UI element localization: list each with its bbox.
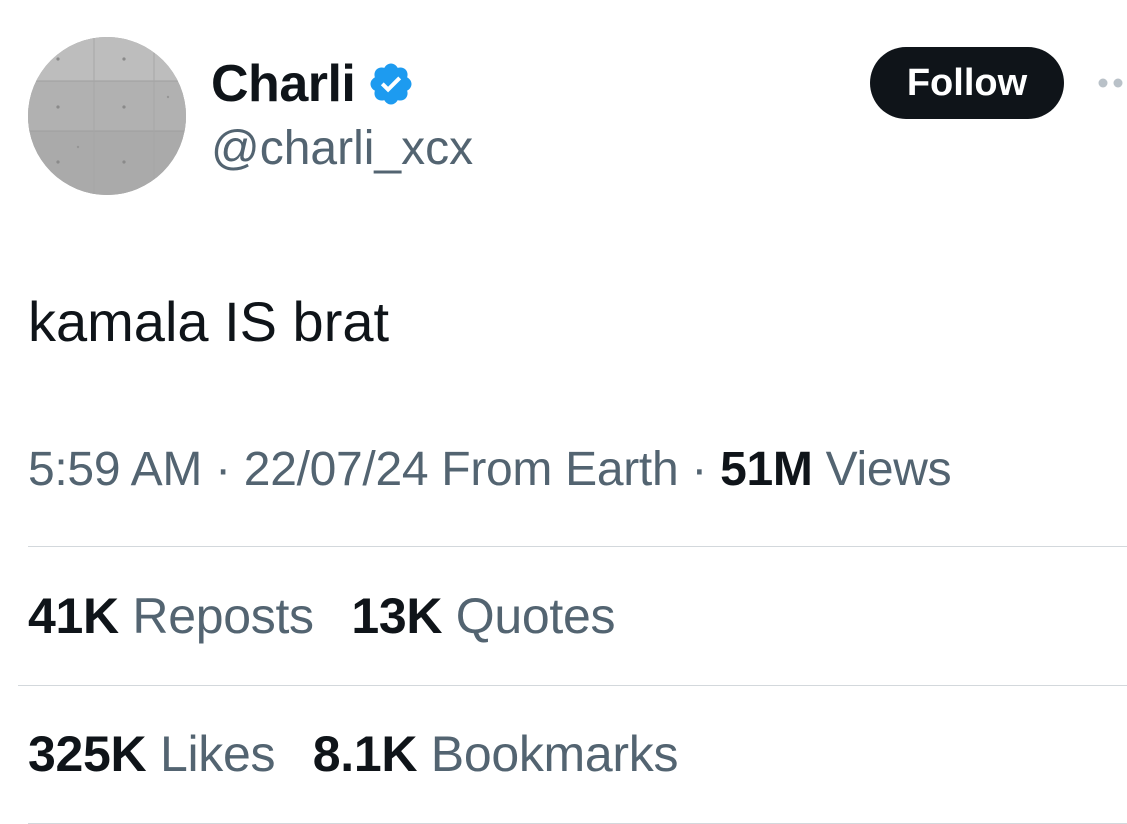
display-name[interactable]: Charli — [211, 58, 356, 110]
likes-stat[interactable]: 325K Likes — [28, 724, 275, 784]
meta-separator: · — [691, 443, 708, 496]
concrete-wall-avatar-image — [28, 37, 186, 195]
author-name-row[interactable]: Charli — [211, 52, 415, 116]
tweet-time[interactable]: 5:59 AM — [28, 443, 202, 496]
bookmarks-label: Bookmarks — [430, 726, 679, 782]
verified-badge-icon[interactable] — [367, 60, 415, 108]
engagement-row-reposts: 41K Reposts 13K Quotes — [28, 586, 615, 646]
author-handle[interactable]: @charli_xcx — [211, 120, 473, 178]
divider — [28, 546, 1127, 547]
divider — [18, 685, 1127, 686]
views-count: 51M — [720, 443, 813, 496]
likes-count: 325K — [28, 726, 147, 782]
quotes-label: Quotes — [455, 588, 616, 644]
likes-label: Likes — [159, 726, 276, 782]
tweet-date[interactable]: 22/07/24 — [244, 443, 429, 496]
avatar[interactable] — [28, 37, 186, 195]
more-options-icon[interactable] — [1096, 76, 1127, 88]
views-label: Views — [825, 443, 952, 496]
engagement-row-likes: 325K Likes 8.1K Bookmarks — [28, 724, 678, 784]
bookmarks-count: 8.1K — [312, 726, 418, 782]
quotes-count: 13K — [351, 588, 443, 644]
quotes-stat[interactable]: 13K Quotes — [351, 586, 615, 646]
tweet-source: From Earth — [441, 443, 679, 496]
reposts-count: 41K — [28, 588, 119, 644]
tweet-meta: 5:59 AM · 22/07/24 From Earth · 51M View… — [28, 441, 952, 499]
reposts-stat[interactable]: 41K Reposts — [28, 586, 314, 646]
bookmarks-stat[interactable]: 8.1K Bookmarks — [312, 724, 679, 784]
reposts-label: Reposts — [132, 588, 314, 644]
meta-separator: · — [215, 443, 231, 496]
follow-button[interactable]: Follow — [870, 47, 1064, 119]
tweet-text: kamala IS brat — [28, 290, 390, 353]
